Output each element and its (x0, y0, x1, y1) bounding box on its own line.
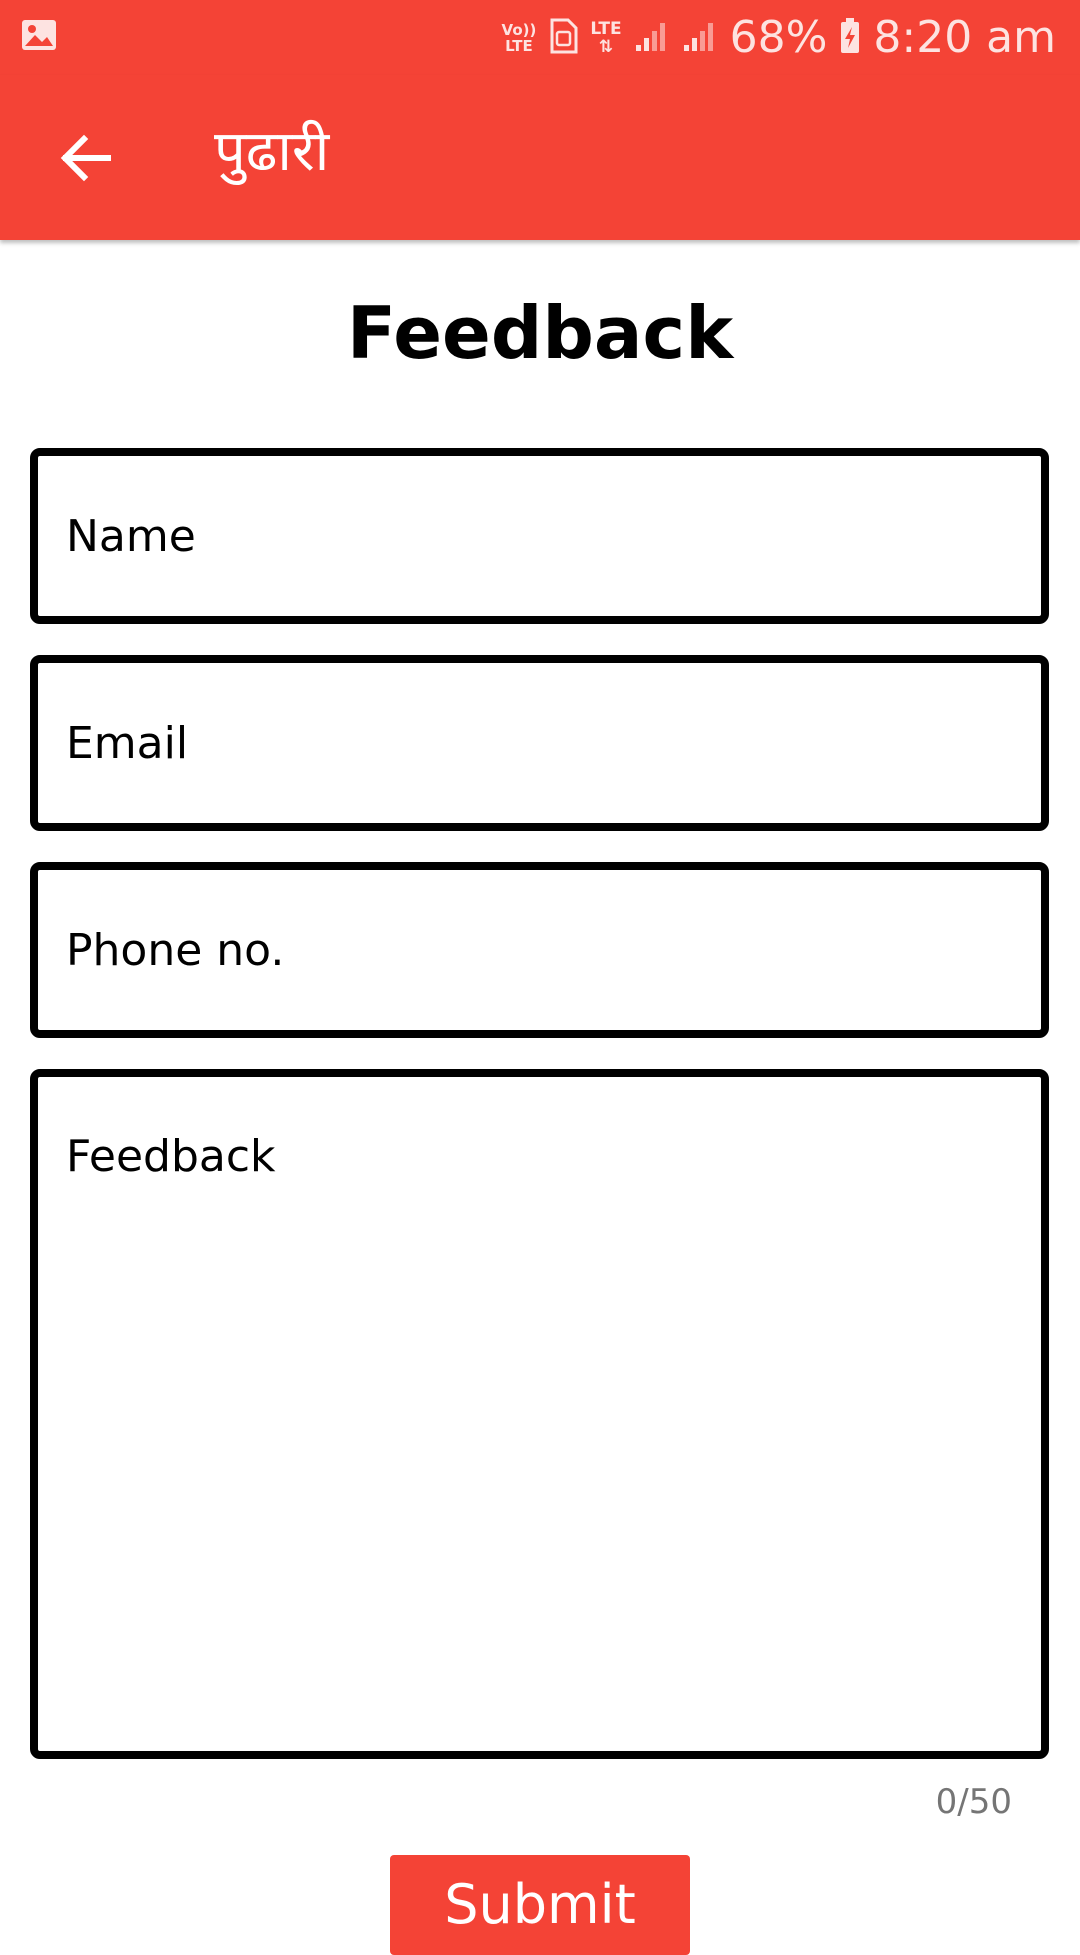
gallery-notification-icon (20, 16, 58, 54)
battery-charging-icon (839, 17, 861, 59)
signal-strength-1-icon (634, 19, 670, 57)
page-title: Feedback (346, 291, 734, 375)
status-bar: Vo)) LTE LTE ⇅ 68% 8:20 am (0, 0, 1080, 75)
battery-percentage: 68% (729, 12, 828, 63)
lte-data-indicator: LTE ⇅ (590, 18, 622, 57)
arrow-back-icon (58, 134, 112, 186)
character-counter: 0/50 (935, 1782, 1012, 1822)
sim-icon (548, 18, 578, 58)
feedback-field[interactable] (30, 1069, 1049, 1759)
name-field[interactable] (30, 448, 1049, 624)
email-field[interactable] (30, 655, 1049, 831)
signal-strength-2-icon (682, 19, 718, 57)
volte-indicator: Vo)) LTE (501, 20, 537, 55)
app-title: पुढारी (214, 119, 330, 184)
back-button[interactable] (50, 125, 120, 195)
phone-field[interactable] (30, 862, 1049, 1038)
app-bar: पुढारी (0, 75, 1080, 240)
submit-button[interactable]: Submit (390, 1855, 690, 1955)
status-time: 8:20 am (873, 12, 1056, 63)
